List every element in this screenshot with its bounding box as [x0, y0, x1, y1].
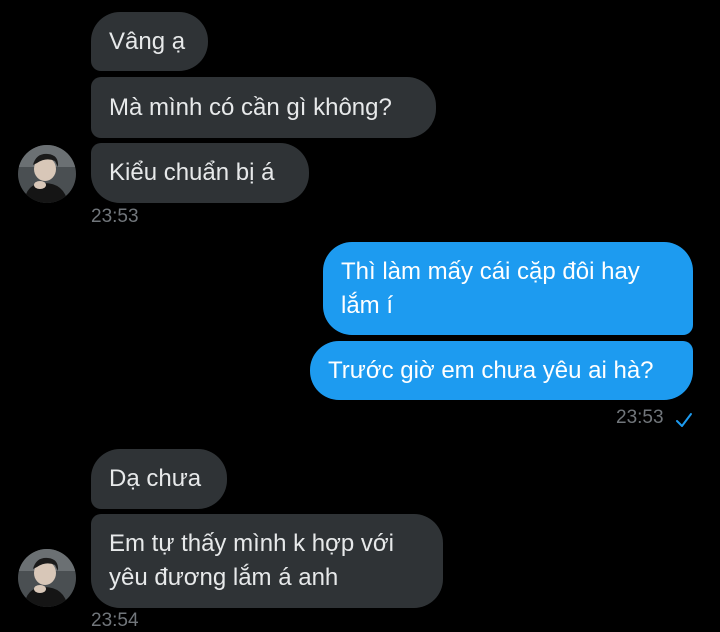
message-bubble-incoming[interactable]: Dạ chưa [91, 449, 227, 509]
avatar-photo-icon [18, 145, 76, 203]
avatar[interactable] [18, 549, 76, 607]
avatar-photo-icon [18, 549, 76, 607]
message-timestamp: 23:54 [91, 610, 139, 631]
message-bubble-incoming[interactable]: Kiểu chuẩn bị á [91, 143, 309, 203]
avatar[interactable] [18, 145, 76, 203]
message-bubble-outgoing[interactable]: Thì làm mấy cái cặp đôi hay lắm í [323, 242, 693, 335]
message-bubble-incoming[interactable]: Em tự thấy mình k hợp với yêu đương lắm … [91, 514, 443, 608]
message-timestamp: 23:53 [616, 407, 664, 428]
check-icon [676, 413, 692, 427]
message-bubble-incoming[interactable]: Mà mình có cần gì không? [91, 77, 436, 138]
message-bubble-outgoing[interactable]: Trước giờ em chưa yêu ai hà? [310, 341, 693, 400]
message-timestamp: 23:53 [91, 206, 139, 227]
message-bubble-incoming[interactable]: Vâng ạ [91, 12, 208, 71]
